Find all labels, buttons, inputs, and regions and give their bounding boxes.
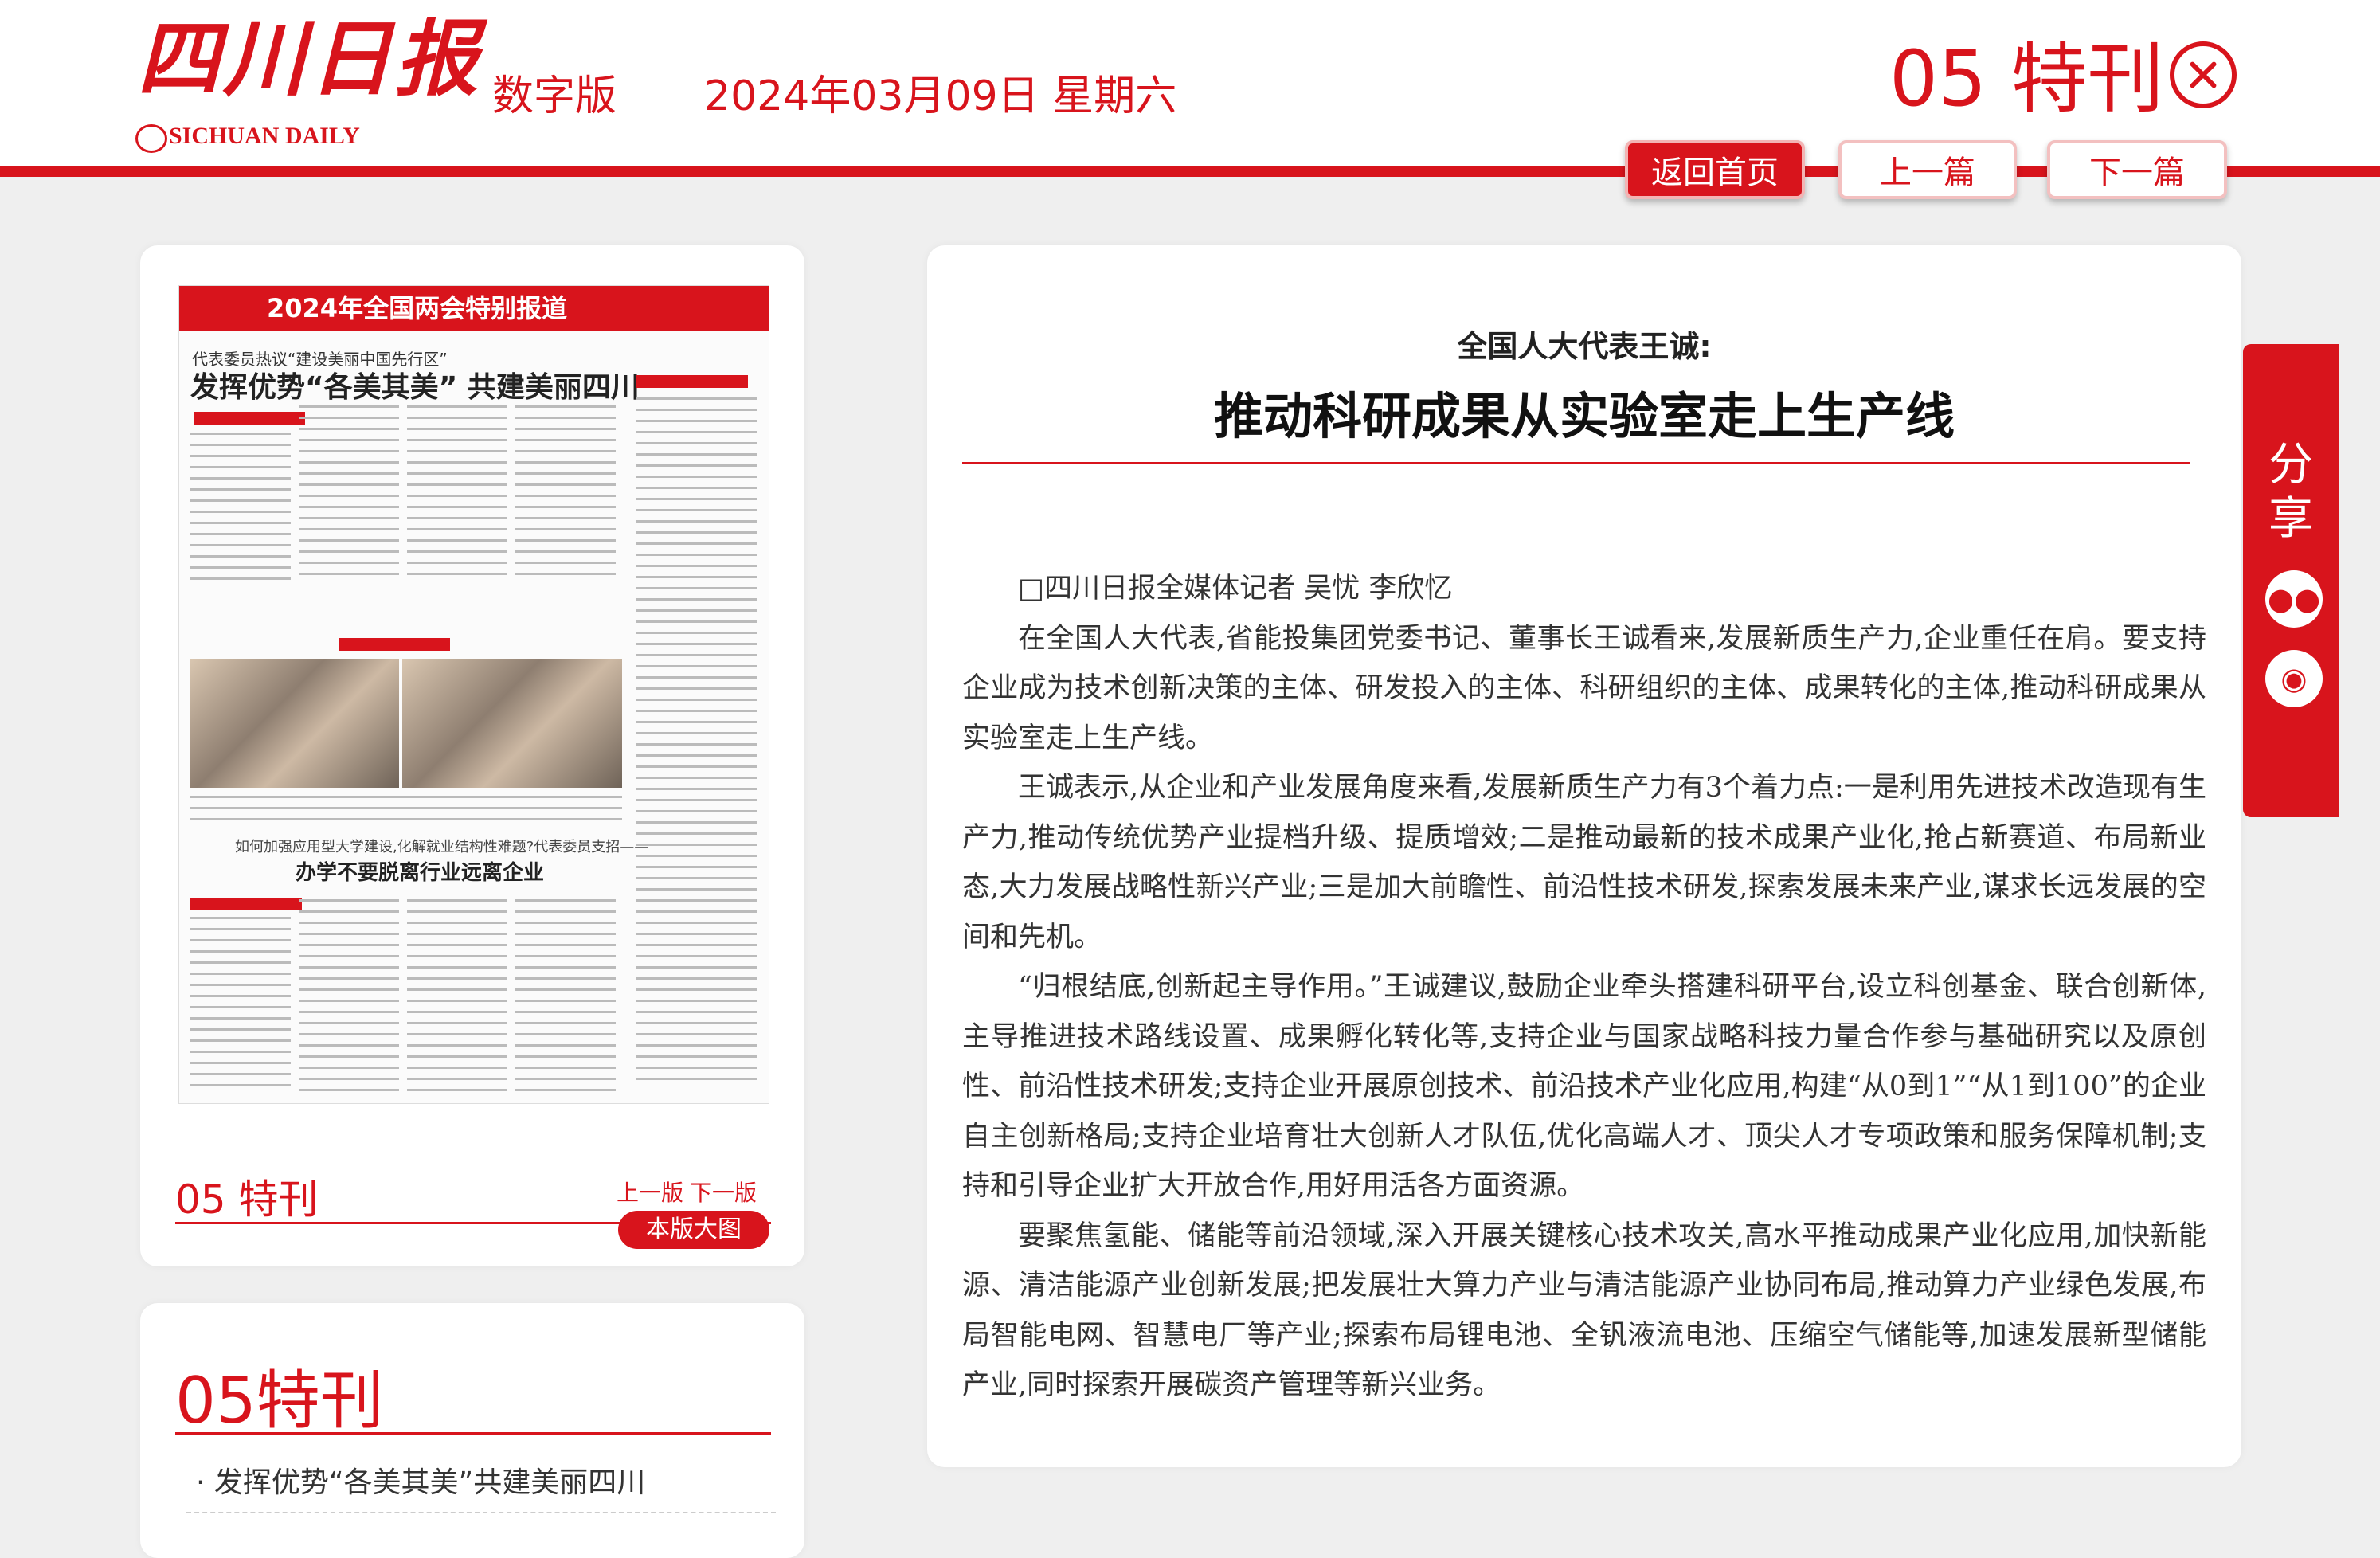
list-item[interactable]: · 发挥优势“各美其美”共建美丽四川 (196, 1459, 645, 1501)
article-body: □四川日报全媒体记者 吴忧 李欣忆 在全国人大代表,省能投集团党委书记、董事长王… (962, 564, 2206, 1411)
thumbnail-section-tag (194, 412, 305, 425)
home-button[interactable]: 返回首页 (1625, 140, 1805, 199)
thumbnail-text-column (636, 397, 757, 1082)
page-title: 05 特刊 (1889, 34, 2164, 123)
logo-english-text: SICHUAN DAILY (169, 123, 360, 149)
thumbnail-text-column (515, 899, 616, 1092)
thumbnail-question: 如何加强应用型大学建设,化解就业结构性难题?代表委员支招—— (235, 839, 649, 855)
thumbnail-caption (190, 796, 622, 824)
share-panel: 分享 ●● ◉ (2243, 344, 2339, 817)
article-paragraph: “归根结底,创新起主导作用。”王诚建议,鼓励企业牵头搭建科研平台,设立科创基金、… (962, 971, 2206, 1202)
article-kicker: 全国人大代表王诚: (1457, 329, 1712, 364)
thumbnail-text-column (407, 899, 507, 1092)
next-page-link[interactable]: 下一版 (690, 1176, 757, 1208)
sichuan-daily-logo[interactable]: 四川日报 SICHUAN DAILY (134, 11, 478, 155)
close-icon[interactable] (2170, 41, 2237, 108)
article-title-divider (962, 462, 2190, 464)
prev-page-link[interactable]: 上一版 (617, 1176, 683, 1208)
article-title: 推动科研成果从实验室走上生产线 (1213, 387, 1955, 445)
page-article-list: 05特刊 · 发挥优势“各美其美”共建美丽四川 (140, 1303, 804, 1558)
site-header: 四川日报 SICHUAN DAILY 数字版 2024年03月09日 星期六 0… (0, 0, 2380, 177)
issue-date: 2024年03月09日 星期六 (704, 72, 1177, 120)
thumbnail-text-column (299, 405, 399, 584)
wechat-icon[interactable]: ●● (2265, 570, 2323, 628)
page-thumbnail-card: 2024年全国两会特别报道 代表委员热议“建设美丽中国先行区” 发挥优势“各美其… (140, 245, 804, 1266)
thumbnail-page-label: 05 特刊 (175, 1176, 319, 1223)
article-paragraph: 在全国人大代表,省能投集团党委书记、董事长王诚看来,发展新质生产力,企业重任在肩… (962, 622, 2206, 754)
article-paragraph: 要聚焦氢能、储能等前沿领域,深入开展关键核心技术攻关,高水平推动成果产业化应用,… (962, 1219, 2206, 1402)
thumbnail-section-tag (636, 375, 748, 388)
page-thumbnail[interactable]: 2024年全国两会特别报道 代表委员热议“建设美丽中国先行区” 发挥优势“各美其… (178, 285, 769, 1104)
edition-label: 数字版 (492, 72, 617, 120)
thumbnail-text-column (299, 899, 399, 1092)
thumbnail-banner: 2024年全国两会特别报道 (179, 286, 769, 331)
thumbnail-text-column (515, 405, 616, 584)
article-paragraph: 王诚表示,从企业和产业发展角度来看,发展新质生产力有3个着力点:一是利用先进技术… (962, 772, 2206, 953)
thumbnail-headline: 发挥优势“各美其美” 共建美丽四川 (190, 371, 640, 404)
previous-article-button[interactable]: 上一篇 (1838, 140, 2017, 199)
thumbnail-text-column (190, 433, 291, 584)
weibo-icon[interactable]: ◉ (2265, 650, 2323, 707)
share-label-text: 分享 (2268, 439, 2313, 545)
thumbnail-section-tag (190, 898, 302, 910)
thumbnail-text-column (407, 405, 507, 584)
article-byline: □四川日报全媒体记者 吴忧 李欣忆 (1018, 573, 1453, 605)
list-title: 05特刊 (175, 1364, 384, 1438)
list-divider (175, 1432, 771, 1435)
article-card: 全国人大代表王诚: 推动科研成果从实验室走上生产线 □四川日报全媒体记者 吴忧 … (927, 245, 2241, 1467)
header-divider (0, 166, 2380, 177)
list-item-separator (186, 1512, 776, 1513)
next-article-button[interactable]: 下一篇 (2047, 140, 2227, 199)
thumbnail-lower-headline: 办学不要脱离行业远离企业 (296, 861, 545, 885)
thumbnail-text-column (190, 917, 291, 1092)
logo-emblem-icon (135, 124, 167, 153)
share-label: 分享 (2243, 438, 2339, 546)
thumbnail-section-tag (339, 638, 450, 651)
thumbnail-photo (402, 659, 622, 788)
full-page-view-button[interactable]: 本版大图 (618, 1211, 769, 1249)
logo-chinese-text: 四川日报 (137, 10, 482, 108)
thumbnail-photo (190, 659, 399, 788)
